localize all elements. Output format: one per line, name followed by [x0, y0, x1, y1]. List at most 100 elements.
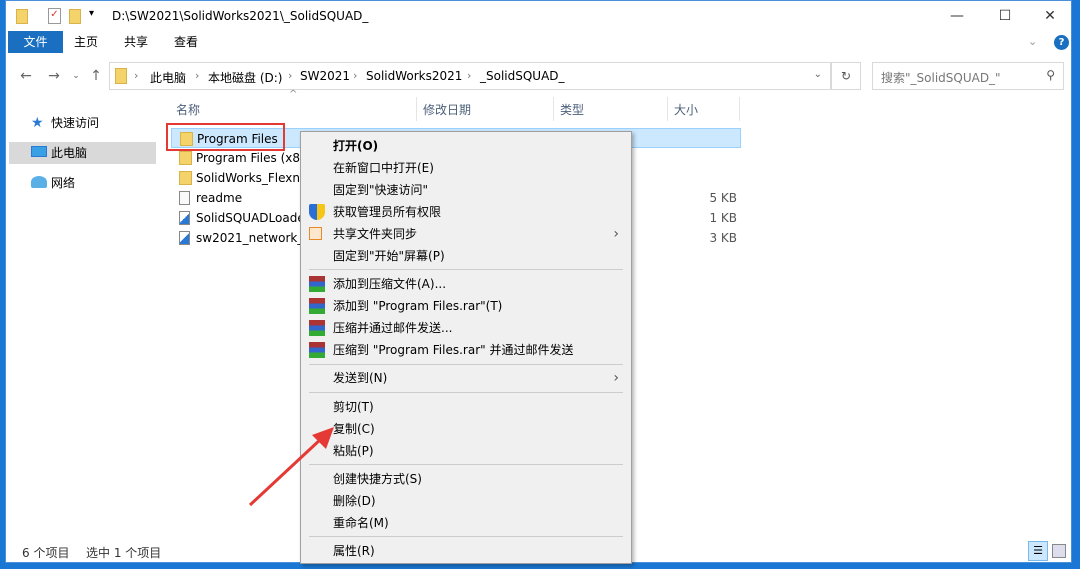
- menu-separator: [309, 536, 623, 537]
- menu-pin-quick-access[interactable]: 固定到"快速访问": [303, 179, 629, 201]
- menu-send-to[interactable]: 发送到(N) ›: [303, 367, 629, 389]
- folder-icon: [179, 171, 192, 185]
- menu-label: 打开(O): [333, 139, 379, 153]
- chevron-right-icon: ›: [613, 226, 619, 242]
- file-size: 5 KB: [709, 191, 737, 205]
- new-folder-icon[interactable]: [69, 9, 81, 24]
- sort-arrow-icon: ^: [289, 89, 298, 100]
- properties-icon[interactable]: ✓: [48, 8, 61, 24]
- sidebar-item-label: 快速访问: [51, 116, 100, 130]
- refresh-button[interactable]: ↻: [831, 62, 861, 90]
- sidebar-item-quick-access[interactable]: ★ 快速访问: [9, 112, 156, 134]
- maximize-button[interactable]: ☐: [982, 1, 1028, 31]
- breadcrumb-local-disk[interactable]: 本地磁盘 (D:): [208, 69, 282, 86]
- menu-open[interactable]: 打开(O): [303, 135, 629, 157]
- customize-toolbar-icon[interactable]: ▾: [89, 8, 94, 19]
- sidebar-item-network[interactable]: 网络: [9, 172, 156, 194]
- menu-compress-email[interactable]: 压缩并通过邮件发送...: [303, 317, 629, 339]
- up-button[interactable]: ↑: [86, 62, 106, 90]
- folder-icon: [16, 9, 28, 24]
- expand-ribbon-icon[interactable]: ⌄: [1028, 35, 1037, 48]
- shield-icon: [309, 204, 325, 220]
- help-icon[interactable]: ?: [1054, 35, 1069, 50]
- menu-paste[interactable]: 粘贴(P): [303, 440, 629, 462]
- search-icon: ⚲: [1046, 68, 1055, 82]
- sync-icon: [309, 227, 322, 240]
- file-size: 3 KB: [709, 231, 737, 245]
- menu-separator: [309, 392, 623, 393]
- menu-cut[interactable]: 剪切(T): [303, 396, 629, 418]
- column-divider[interactable]: [416, 97, 417, 121]
- menu-label: 压缩并通过邮件发送...: [333, 321, 453, 335]
- menu-copy[interactable]: 复制(C): [303, 418, 629, 440]
- column-size[interactable]: 大小: [674, 100, 698, 120]
- tab-home[interactable]: 主页: [60, 31, 112, 53]
- menu-take-ownership[interactable]: 获取管理员所有权限: [303, 201, 629, 223]
- tab-view[interactable]: 查看: [160, 31, 212, 53]
- search-placeholder: 搜索"_SolidSQUAD_": [881, 71, 1001, 85]
- window-title: D:\SW2021\SolidWorks2021\_SolidSQUAD_: [112, 9, 369, 23]
- breadcrumb-this-pc[interactable]: 此电脑: [150, 69, 186, 86]
- column-divider[interactable]: [553, 97, 554, 121]
- registry-file-icon: [179, 231, 190, 245]
- column-name[interactable]: 名称: [176, 100, 200, 120]
- sidebar-item-label: 此电脑: [51, 146, 88, 160]
- menu-separator: [309, 364, 623, 365]
- column-divider[interactable]: [739, 97, 740, 121]
- column-date[interactable]: 修改日期: [423, 100, 471, 120]
- menu-label: 发送到(N): [333, 371, 388, 385]
- recent-dropdown-icon[interactable]: ⌄: [66, 62, 86, 90]
- network-icon: [31, 176, 47, 188]
- menu-open-new-window[interactable]: 在新窗口中打开(E): [303, 157, 629, 179]
- menu-pin-start[interactable]: 固定到"开始"屏幕(P): [303, 245, 629, 267]
- menu-label: 添加到压缩文件(A)...: [333, 277, 447, 291]
- back-button[interactable]: ←: [16, 62, 36, 90]
- menu-label: 压缩到 "Program Files.rar" 并通过邮件发送: [333, 343, 574, 357]
- file-name: Program Files (x86): [196, 151, 313, 165]
- star-icon: ★: [31, 115, 44, 131]
- registry-file-icon: [179, 211, 190, 225]
- search-input[interactable]: 搜索"_SolidSQUAD_" ⚲: [872, 62, 1064, 90]
- menu-add-rar[interactable]: 添加到 "Program Files.rar"(T): [303, 295, 629, 317]
- minimize-button[interactable]: —: [934, 1, 980, 31]
- winrar-icon: [309, 298, 325, 314]
- menu-properties[interactable]: 属性(R): [303, 540, 629, 562]
- text-file-icon: [179, 191, 190, 205]
- menu-separator: [309, 269, 623, 270]
- winrar-icon: [309, 276, 325, 292]
- winrar-icon: [309, 320, 325, 336]
- menu-label: 添加到 "Program Files.rar"(T): [333, 299, 503, 313]
- context-menu: 打开(O) 在新窗口中打开(E) 固定到"快速访问" 获取管理员所有权限 共享文…: [300, 131, 632, 564]
- menu-folder-sync[interactable]: 共享文件夹同步 ›: [303, 223, 629, 245]
- menu-label: 共享文件夹同步: [333, 227, 418, 241]
- file-size: 1 KB: [709, 211, 737, 225]
- forward-button[interactable]: →: [44, 62, 64, 90]
- menu-delete[interactable]: 删除(D): [303, 490, 629, 512]
- menu-add-archive[interactable]: 添加到压缩文件(A)...: [303, 273, 629, 295]
- breadcrumb-solidworks2021[interactable]: SolidWorks2021: [366, 69, 462, 83]
- breadcrumb-sw2021[interactable]: SW2021: [300, 69, 350, 83]
- selected-count: 选中 1 个项目: [86, 546, 162, 560]
- menu-label: 获取管理员所有权限: [333, 205, 442, 219]
- details-view-button[interactable]: ☰: [1028, 541, 1048, 561]
- chevron-right-icon: ›: [613, 370, 619, 386]
- menu-separator: [309, 464, 623, 465]
- column-type[interactable]: 类型: [560, 100, 584, 120]
- address-dropdown-icon[interactable]: ⌄: [814, 69, 822, 80]
- tab-share[interactable]: 共享: [110, 31, 162, 53]
- winrar-icon: [309, 342, 325, 358]
- menu-compress-rar-email[interactable]: 压缩到 "Program Files.rar" 并通过邮件发送: [303, 339, 629, 361]
- menu-create-shortcut[interactable]: 创建快捷方式(S): [303, 468, 629, 490]
- sidebar-item-this-pc[interactable]: 此电脑: [9, 142, 156, 164]
- breadcrumb-solidsquad[interactable]: _SolidSQUAD_: [480, 69, 565, 83]
- folder-icon: [179, 151, 192, 165]
- close-button[interactable]: ✕: [1027, 1, 1073, 31]
- large-icons-view-button[interactable]: [1052, 544, 1066, 558]
- tab-file[interactable]: 文件: [8, 31, 63, 53]
- menu-rename[interactable]: 重命名(M): [303, 512, 629, 534]
- file-name: readme: [196, 191, 243, 205]
- column-divider[interactable]: [667, 97, 668, 121]
- computer-icon: [31, 146, 47, 157]
- highlight-box: [166, 123, 285, 151]
- address-bar[interactable]: › 此电脑 › 本地磁盘 (D:) › SW2021 › SolidWorks2…: [109, 62, 831, 90]
